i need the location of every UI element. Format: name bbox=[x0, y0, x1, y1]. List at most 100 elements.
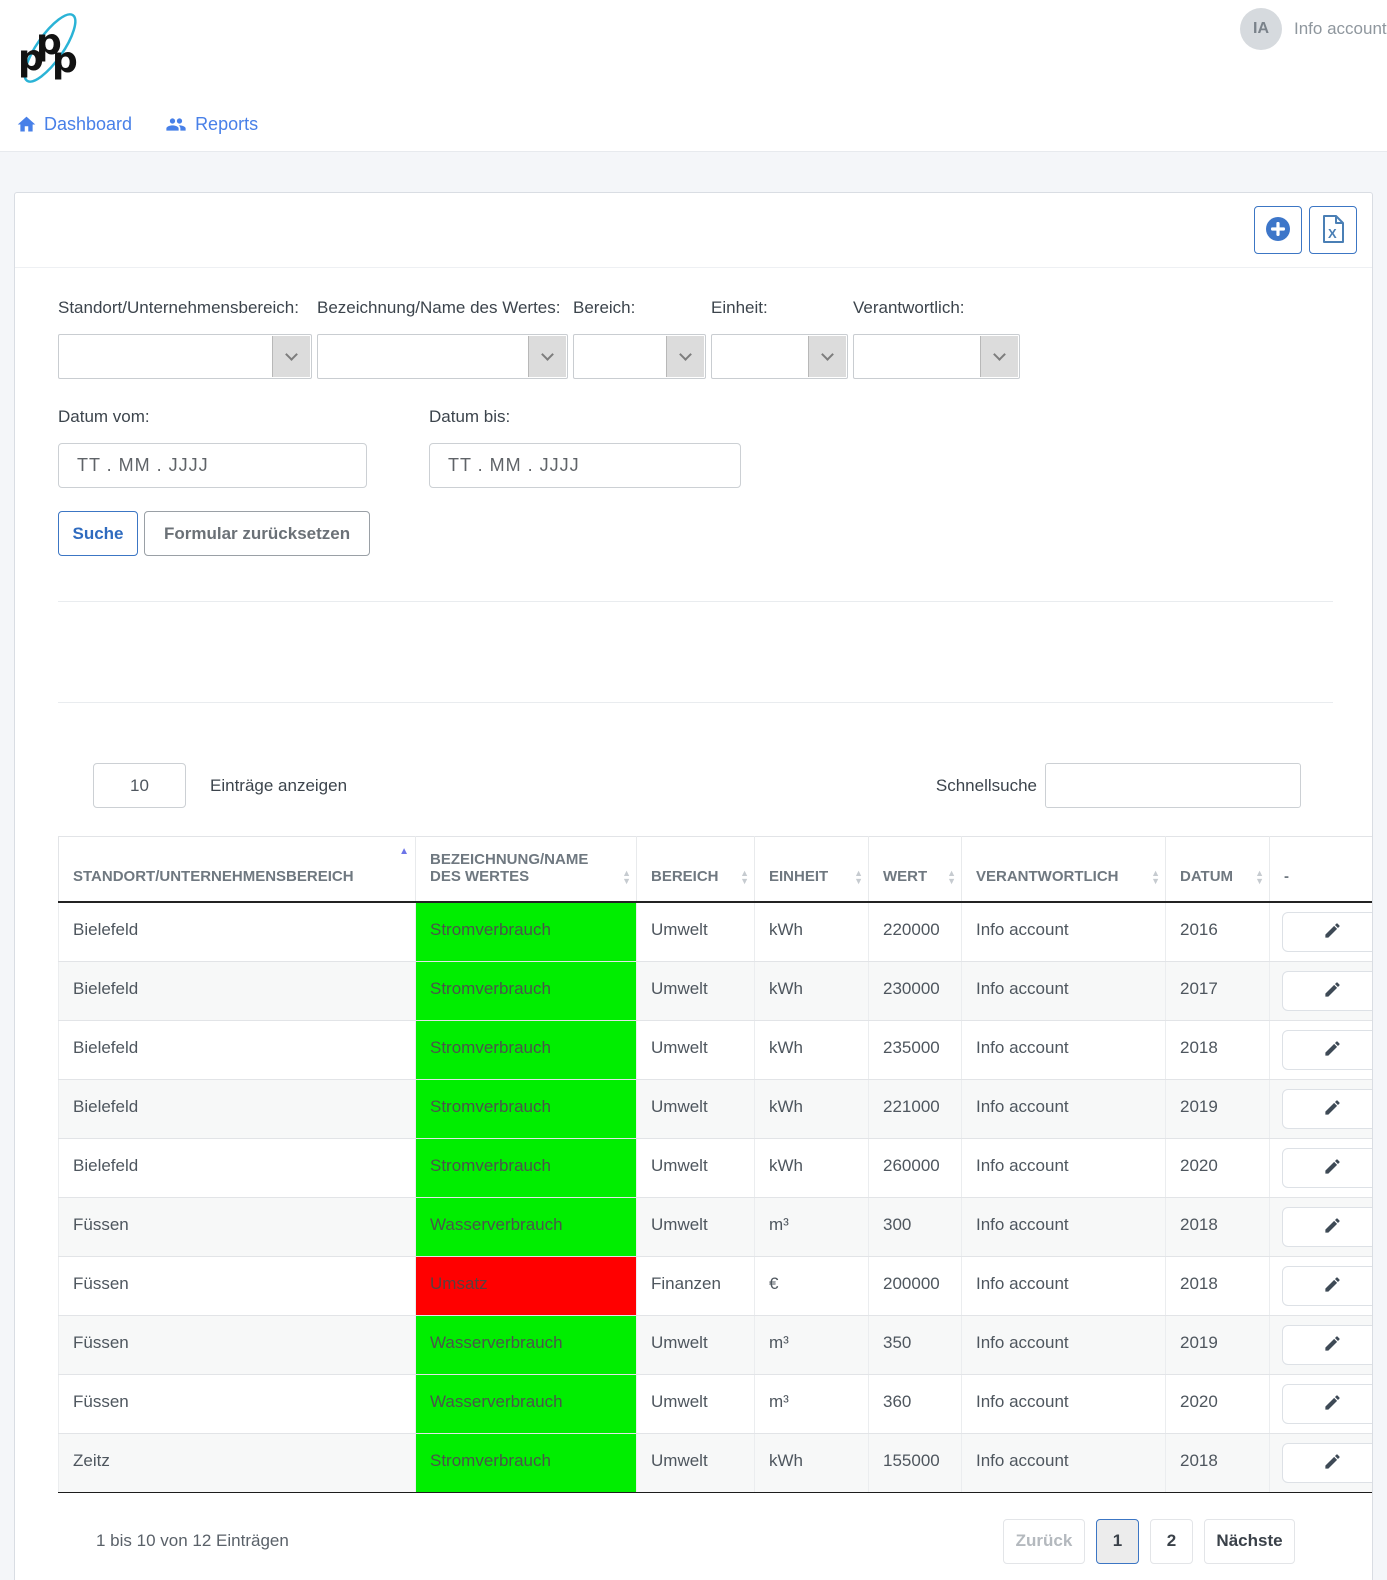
standort-select[interactable] bbox=[58, 334, 312, 379]
cell-wert: 235000 bbox=[868, 1019, 962, 1080]
cell-wert: 200000 bbox=[868, 1255, 962, 1316]
cell-wert: 221000 bbox=[868, 1078, 962, 1139]
cell-actions bbox=[1269, 1255, 1372, 1316]
reset-form-button[interactable]: Formular zurücksetzen bbox=[144, 511, 371, 556]
cell-datum: 2018 bbox=[1165, 1432, 1270, 1493]
column-header-datum[interactable]: DATUM ▲ ▼ bbox=[1165, 836, 1270, 903]
excel-file-icon: X bbox=[1320, 214, 1346, 247]
page-2-button[interactable]: 2 bbox=[1150, 1518, 1193, 1564]
date-to-input[interactable] bbox=[429, 443, 741, 488]
cell-bezeichnung: Wasserverbrauch bbox=[415, 1314, 637, 1375]
cell-datum: 2020 bbox=[1165, 1373, 1270, 1434]
edit-row-button[interactable] bbox=[1282, 912, 1372, 952]
search-button[interactable]: Suche bbox=[58, 511, 138, 556]
cell-verantwortlich: Info account bbox=[961, 1432, 1166, 1493]
entries-info: 1 bis 10 von 12 Einträgen bbox=[96, 1531, 289, 1550]
svg-text:p: p bbox=[52, 40, 78, 81]
content-card: X Standort/Unternehmensbereich: Bezeichn… bbox=[14, 192, 1373, 1580]
table-row: Füssen Wasserverbrauch Umwelt m³ 300 Inf… bbox=[58, 1196, 1372, 1257]
cell-verantwortlich: Info account bbox=[961, 1373, 1166, 1434]
cell-datum: 2016 bbox=[1165, 901, 1270, 962]
edit-row-button[interactable] bbox=[1282, 970, 1372, 1011]
cell-actions bbox=[1269, 1373, 1372, 1434]
table-header-row: STANDORT/UNTERNEHMENSBEREICH ▲ BEZEICHNU… bbox=[58, 836, 1372, 903]
cell-einheit: m³ bbox=[754, 1373, 869, 1434]
pencil-icon bbox=[1323, 921, 1342, 943]
pagination: Zurück 1 2 Nächste bbox=[1003, 1518, 1295, 1564]
bezeichnung-select[interactable] bbox=[317, 334, 568, 379]
cell-wert: 260000 bbox=[868, 1137, 962, 1198]
edit-row-button[interactable] bbox=[1282, 1029, 1372, 1070]
account-menu[interactable]: IA Info account bbox=[1240, 8, 1387, 50]
users-icon bbox=[164, 114, 188, 135]
data-table-wrapper: STANDORT/UNTERNEHMENSBEREICH ▲ BEZEICHNU… bbox=[58, 836, 1372, 1493]
company-logo: p p p bbox=[14, 8, 86, 97]
cell-bezeichnung: Stromverbrauch bbox=[415, 1019, 637, 1080]
bereich-select[interactable] bbox=[573, 334, 706, 379]
cell-actions bbox=[1269, 1078, 1372, 1139]
card-toolbar: X bbox=[15, 193, 1372, 268]
einheit-select[interactable] bbox=[711, 334, 848, 379]
cell-standort: Füssen bbox=[58, 1373, 416, 1434]
column-header-actions: - bbox=[1269, 836, 1372, 903]
edit-row-button[interactable] bbox=[1282, 1383, 1372, 1424]
next-page-button[interactable]: Nächste bbox=[1204, 1518, 1295, 1564]
page-size-select[interactable]: 10 bbox=[93, 763, 186, 808]
quick-search-input[interactable] bbox=[1045, 763, 1301, 808]
cell-bereich: Umwelt bbox=[636, 1078, 755, 1139]
cell-standort: Füssen bbox=[58, 1196, 416, 1257]
cell-einheit: € bbox=[754, 1255, 869, 1316]
table-row: Bielefeld Stromverbrauch Umwelt kWh 2300… bbox=[58, 960, 1372, 1021]
column-header-standort[interactable]: STANDORT/UNTERNEHMENSBEREICH ▲ bbox=[58, 836, 416, 903]
table-row: Bielefeld Stromverbrauch Umwelt kWh 2600… bbox=[58, 1137, 1372, 1198]
svg-text:X: X bbox=[1328, 226, 1337, 241]
edit-row-button[interactable] bbox=[1282, 1147, 1372, 1188]
cell-einheit: kWh bbox=[754, 1019, 869, 1080]
column-header-verantwortlich[interactable]: VERANTWORTLICH ▲ ▼ bbox=[961, 836, 1166, 903]
edit-row-button[interactable] bbox=[1282, 1265, 1372, 1306]
nav-dashboard[interactable]: Dashboard bbox=[16, 114, 132, 135]
edit-row-button[interactable] bbox=[1282, 1324, 1372, 1365]
date-from-label: Datum vom: bbox=[58, 407, 150, 426]
cell-datum: 2018 bbox=[1165, 1019, 1270, 1080]
date-from-input[interactable] bbox=[58, 443, 367, 488]
cell-einheit: kWh bbox=[754, 1432, 869, 1493]
column-header-wert[interactable]: WERT ▲ ▼ bbox=[868, 836, 962, 903]
entries-label: Einträge anzeigen bbox=[210, 775, 348, 795]
pencil-icon bbox=[1323, 1393, 1342, 1415]
cell-einheit: kWh bbox=[754, 1137, 869, 1198]
column-header-bereich[interactable]: BEREICH ▲ ▼ bbox=[636, 836, 755, 903]
table-row: Füssen Wasserverbrauch Umwelt m³ 360 Inf… bbox=[58, 1373, 1372, 1434]
previous-page-button[interactable]: Zurück bbox=[1003, 1518, 1085, 1564]
cell-bereich: Umwelt bbox=[636, 901, 755, 962]
cell-bereich: Umwelt bbox=[636, 1373, 755, 1434]
cell-bezeichnung: Stromverbrauch bbox=[415, 1432, 637, 1493]
column-header-einheit[interactable]: EINHEIT ▲ ▼ bbox=[754, 836, 869, 903]
cell-actions bbox=[1269, 1314, 1372, 1375]
cell-standort: Bielefeld bbox=[58, 1019, 416, 1080]
cell-standort: Zeitz bbox=[58, 1432, 416, 1493]
nav-reports[interactable]: Reports bbox=[164, 114, 258, 135]
main-navigation: Dashboard Reports bbox=[0, 96, 1387, 152]
export-excel-button[interactable]: X bbox=[1309, 206, 1357, 254]
edit-row-button[interactable] bbox=[1282, 1206, 1372, 1247]
data-table: STANDORT/UNTERNEHMENSBEREICH ▲ BEZEICHNU… bbox=[58, 836, 1372, 1493]
column-header-bezeichnung[interactable]: BEZEICHNUNG/NAME DES WERTES ▲ ▼ bbox=[415, 836, 637, 903]
cell-bezeichnung: Umsatz bbox=[415, 1255, 637, 1316]
cell-standort: Füssen bbox=[58, 1255, 416, 1316]
sort-ascending-icon: ▲ bbox=[399, 846, 409, 857]
edit-row-button[interactable] bbox=[1282, 1088, 1372, 1129]
cell-actions bbox=[1269, 1137, 1372, 1198]
account-name: Info account bbox=[1294, 19, 1387, 38]
avatar[interactable]: IA bbox=[1240, 8, 1282, 50]
cell-verantwortlich: Info account bbox=[961, 960, 1166, 1021]
edit-row-button[interactable] bbox=[1282, 1442, 1372, 1483]
cell-verantwortlich: Info account bbox=[961, 1078, 1166, 1139]
page-1-button[interactable]: 1 bbox=[1096, 1518, 1139, 1564]
add-entry-button[interactable] bbox=[1254, 206, 1302, 254]
cell-wert: 155000 bbox=[868, 1432, 962, 1493]
verantwortlich-select[interactable] bbox=[853, 334, 1020, 379]
cell-wert: 300 bbox=[868, 1196, 962, 1257]
cell-wert: 350 bbox=[868, 1314, 962, 1375]
